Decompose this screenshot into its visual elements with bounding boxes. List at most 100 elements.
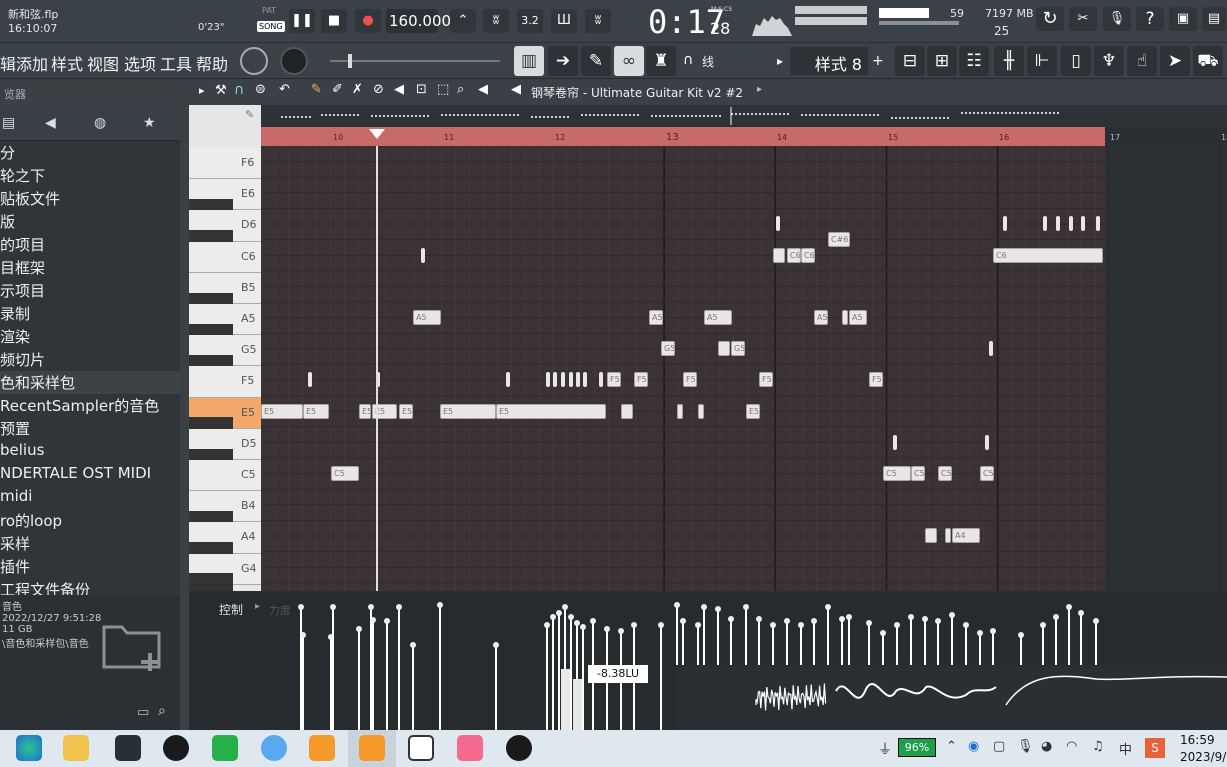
short-note[interactable]	[421, 247, 425, 263]
undo-history-button[interactable]: ↻	[1036, 7, 1064, 31]
plugin-button[interactable]: ♆	[1094, 46, 1124, 76]
browser-item[interactable]: 录制	[0, 302, 180, 325]
piano-keyboard[interactable]: F6 E6 D6 C6 B5 A5 G5 F5 E5 D5 C5 B4 A4 G4	[189, 146, 261, 591]
velocity-handle[interactable]	[880, 630, 886, 636]
menu-tools[interactable]: 工具	[160, 51, 192, 75]
midi-note[interactable]: F5	[607, 372, 621, 388]
short-note[interactable]	[576, 372, 580, 388]
midi-note[interactable]	[621, 403, 633, 419]
link-button[interactable]: ∞	[614, 46, 644, 76]
midi-note[interactable]: C6	[801, 247, 815, 263]
cloud-app-icon[interactable]	[261, 735, 287, 761]
velocity-handle[interactable]	[370, 617, 376, 623]
pen-tool-button[interactable]: ✎	[581, 46, 611, 76]
velocity-handle[interactable]	[544, 622, 550, 628]
master-slider-handle[interactable]	[348, 54, 352, 68]
midi-note[interactable]: E5	[399, 403, 413, 419]
mixer-button[interactable]: ╫	[994, 46, 1024, 76]
export-button[interactable]: ▤	[1202, 7, 1226, 31]
tray-app2-icon[interactable]: ▢	[993, 739, 1005, 754]
velocity-handle[interactable]	[384, 618, 390, 624]
black-key[interactable]	[189, 573, 233, 591]
mute-tool-icon[interactable]: ⊘	[373, 82, 384, 97]
midi-note[interactable]: F5	[634, 372, 648, 388]
velocity-handle[interactable]	[728, 616, 734, 622]
velocity-handle[interactable]	[1078, 610, 1084, 616]
midi-note[interactable]: A5	[413, 310, 441, 325]
velocity-handle[interactable]	[568, 614, 574, 620]
midi-note[interactable]: E5	[261, 403, 303, 419]
velocity-handle[interactable]	[811, 618, 817, 624]
midi-note[interactable]	[718, 341, 730, 357]
midi-note[interactable]: C#6	[828, 232, 850, 247]
browser-item[interactable]: 轮之下	[0, 164, 180, 187]
menu-view[interactable]: 视图	[87, 51, 119, 75]
velocity-handle[interactable]	[658, 622, 664, 628]
pencil-icon[interactable]: ✎	[311, 82, 322, 97]
midi-note[interactable]: F5	[869, 372, 883, 388]
velocity-handle[interactable]	[908, 614, 914, 620]
cut-button[interactable]: ✂	[1069, 7, 1097, 31]
velocity-handle[interactable]	[618, 628, 624, 634]
step-sequencer-button[interactable]: ☷	[959, 46, 989, 76]
pattern-selector[interactable]: 样式 8	[790, 47, 868, 75]
microphone-button[interactable]: 🎙	[1103, 7, 1131, 31]
undo-icon[interactable]: ↶	[279, 82, 290, 97]
project-browser-button[interactable]: ▯	[1061, 46, 1091, 76]
save-button[interactable]: ▣	[1169, 7, 1197, 31]
chevron-up-icon[interactable]: ⌃	[946, 739, 957, 754]
stamp-small-icon[interactable]: ⊜	[255, 82, 266, 97]
browser-item[interactable]: NDERTALE OST MIDI	[0, 463, 180, 486]
velocity-handle[interactable]	[1040, 622, 1046, 628]
battery-indicator[interactable]: 96%	[898, 738, 936, 757]
short-note[interactable]	[1069, 216, 1073, 232]
velocity-handle[interactable]	[894, 622, 900, 628]
velocity-handle[interactable]	[784, 618, 790, 624]
play-button[interactable]: ❚❚	[289, 9, 315, 33]
audio-app-icon[interactable]	[115, 735, 141, 761]
master-pitch-knob[interactable]	[280, 47, 308, 75]
midi-note[interactable]	[945, 528, 951, 544]
store-button[interactable]: ⛟	[1193, 46, 1223, 76]
short-note[interactable]	[985, 434, 989, 450]
velocity-handle[interactable]	[1018, 632, 1024, 638]
note-grid[interactable]: E5E5E5E5E5E5E5E5F5F5F5F5F5A5A5A5A5A5G5G5…	[261, 146, 1227, 591]
timeline-ruler[interactable]: 10 11 12 13 14 15 16 17 18	[261, 127, 1227, 146]
velocity-handle[interactable]	[604, 626, 610, 632]
midi-note[interactable]: A5	[849, 310, 867, 325]
qq-tray-icon[interactable]: ◕	[1041, 739, 1052, 754]
velocity-handle[interactable]	[1093, 618, 1099, 624]
velocity-handle[interactable]	[580, 624, 586, 630]
velocity-handle[interactable]	[550, 614, 556, 620]
velocity-handle[interactable]	[949, 612, 955, 618]
midi-note[interactable]	[925, 528, 937, 544]
playlist-button[interactable]: ⊟	[895, 46, 925, 76]
browser-item[interactable]: RecentSampler的音色	[0, 394, 180, 417]
browser-item[interactable]: 渲染	[0, 325, 180, 348]
fl-studio-icon-2[interactable]	[359, 735, 385, 761]
loop-record-button[interactable]: ʬ	[585, 9, 611, 33]
midi-note[interactable]: C6	[787, 247, 801, 263]
velocity-handle[interactable]	[556, 610, 562, 616]
browser-item[interactable]: 采样	[0, 532, 180, 555]
velocity-handle[interactable]	[437, 602, 443, 608]
short-note[interactable]	[1043, 216, 1047, 232]
midi-note[interactable]: F5	[759, 372, 773, 388]
browser-item[interactable]: 分	[0, 141, 180, 164]
qq-icon-2[interactable]	[506, 735, 532, 761]
browser-item[interactable]: 频切片	[0, 348, 180, 371]
short-note[interactable]	[546, 372, 550, 388]
touch-button[interactable]: ☝	[1127, 46, 1157, 76]
overview-strip[interactable]	[261, 105, 1227, 127]
control-label[interactable]: 控制	[219, 601, 243, 618]
playback-icon[interactable]: ◀	[478, 82, 488, 97]
record-button[interactable]: ●	[355, 9, 381, 33]
browser-item[interactable]: midi	[0, 486, 180, 509]
midi-note[interactable]	[773, 247, 785, 263]
midi-note[interactable]	[698, 403, 704, 419]
velocity-handle[interactable]	[770, 622, 776, 628]
midi-note[interactable]	[677, 403, 683, 419]
velocity-handle[interactable]	[298, 604, 304, 610]
taskbar-clock[interactable]: 16:59	[1180, 733, 1215, 747]
title-arrow-icon[interactable]: ▸	[757, 84, 762, 95]
